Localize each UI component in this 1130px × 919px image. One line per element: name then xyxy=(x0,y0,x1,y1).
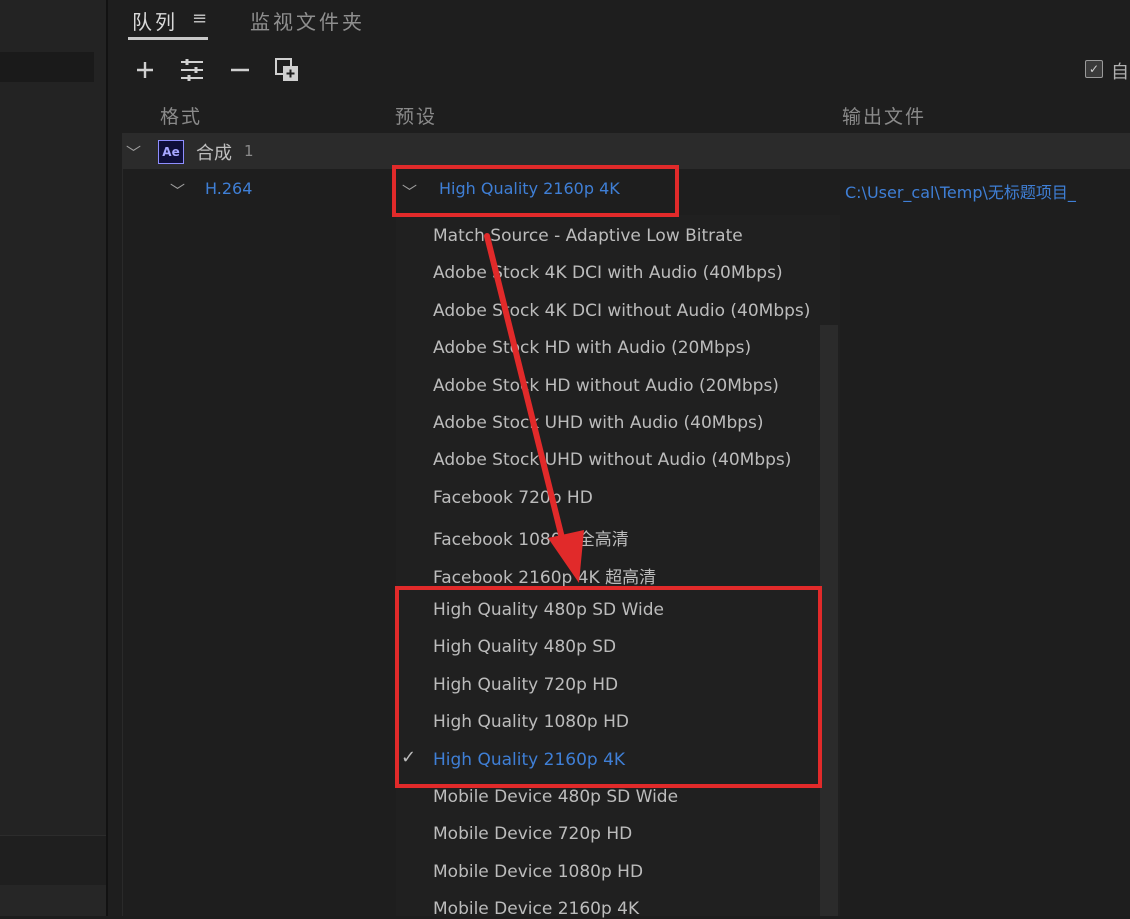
annotation-arrow xyxy=(484,233,584,583)
